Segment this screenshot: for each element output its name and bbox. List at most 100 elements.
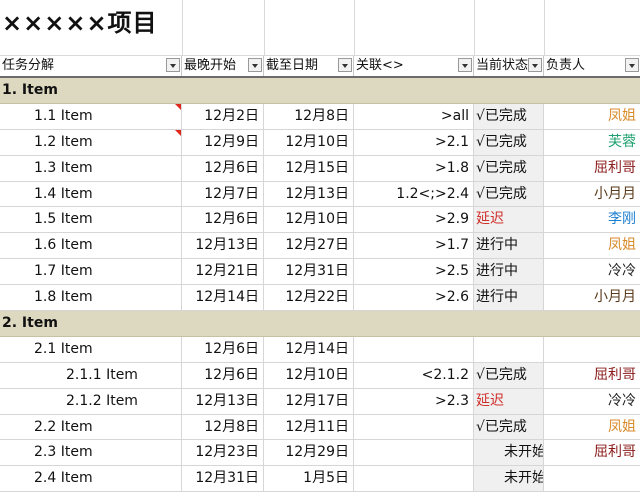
latest-start-cell[interactable]: 12月6日 <box>182 362 264 388</box>
relation-cell[interactable] <box>354 466 474 492</box>
filter-dropdown-icon[interactable] <box>528 58 542 72</box>
due-date-cell[interactable]: 12月10日 <box>264 362 354 388</box>
relation-cell[interactable] <box>354 440 474 466</box>
latest-start-cell[interactable]: 12月13日 <box>182 388 264 414</box>
status-cell[interactable]: 延迟 <box>474 388 544 414</box>
latest-start-cell[interactable]: 12月13日 <box>182 233 264 259</box>
latest-start-cell[interactable]: 12月2日 <box>182 103 264 129</box>
due-date-cell[interactable]: 12月15日 <box>264 155 354 181</box>
relation-cell[interactable]: >1.8 <box>354 155 474 181</box>
owner-cell[interactable]: 屈利哥 <box>544 156 640 181</box>
filter-dropdown-icon[interactable] <box>248 58 262 72</box>
comment-indicator-icon[interactable] <box>175 103 181 110</box>
header-task-breakdown[interactable]: 任务分解 <box>0 56 182 76</box>
owner-cell[interactable]: 小月月 <box>544 182 640 207</box>
relation-cell[interactable]: >2.9 <box>354 207 474 233</box>
latest-start-cell[interactable]: 12月21日 <box>182 259 264 285</box>
latest-start-cell[interactable]: 12月23日 <box>182 440 264 466</box>
relation-cell[interactable] <box>354 336 474 362</box>
task-name-cell[interactable]: 2.3 Item <box>0 440 182 466</box>
owner-cell[interactable]: 凤姐 <box>544 233 640 258</box>
owner-cell[interactable]: 芙蓉 <box>544 130 640 155</box>
due-date-cell[interactable]: 12月22日 <box>264 285 354 311</box>
latest-start-cell[interactable]: 12月31日 <box>182 466 264 492</box>
task-name-cell[interactable]: 1.2 Item <box>0 129 182 155</box>
status-cell[interactable]: √已完成 <box>474 362 544 388</box>
filter-dropdown-icon[interactable] <box>458 58 472 72</box>
latest-start-cell[interactable]: 12月9日 <box>182 129 264 155</box>
owner-cell[interactable]: 冷冷 <box>544 389 640 414</box>
latest-start-cell[interactable]: 12月14日 <box>182 285 264 311</box>
latest-start-cell[interactable]: 12月7日 <box>182 181 264 207</box>
filter-dropdown-icon[interactable] <box>338 58 352 72</box>
status-cell[interactable]: √已完成 <box>474 129 544 155</box>
relation-cell[interactable]: >1.7 <box>354 233 474 259</box>
task-name-cell[interactable]: 1.6 Item <box>0 233 182 259</box>
due-date-cell[interactable]: 12月8日 <box>264 103 354 129</box>
relation-cell[interactable]: >2.5 <box>354 259 474 285</box>
owner-cell[interactable]: 屈利哥 <box>544 440 640 465</box>
owner-cell[interactable]: 冷冷 <box>544 259 640 284</box>
task-name-cell[interactable]: 2.1.2 Item <box>0 388 182 414</box>
status-cell[interactable]: √已完成 <box>474 414 544 440</box>
task-name-cell[interactable]: 1.5 Item <box>0 207 182 233</box>
latest-start-cell[interactable]: 12月8日 <box>182 414 264 440</box>
status-cell[interactable]: √已完成 <box>474 103 544 129</box>
latest-start-cell[interactable]: 12月6日 <box>182 155 264 181</box>
owner-cell[interactable]: 小月月 <box>544 285 640 310</box>
task-name-cell[interactable]: 2.1 Item <box>0 336 182 362</box>
owner-cell[interactable]: 凤姐 <box>544 104 640 129</box>
section-label[interactable]: 2. Item <box>2 311 58 336</box>
owner-cell[interactable]: 李刚 <box>544 207 640 232</box>
due-date-cell[interactable]: 12月27日 <box>264 233 354 259</box>
filter-dropdown-icon[interactable] <box>625 58 639 72</box>
task-name-cell[interactable]: 1.4 Item <box>0 181 182 207</box>
header-current-status[interactable]: 当前状态 <box>474 56 544 76</box>
project-title[interactable]: ×××××项目 <box>2 3 158 38</box>
task-name-cell[interactable]: 2.4 Item <box>0 466 182 492</box>
status-cell[interactable]: √已完成 <box>474 181 544 207</box>
filter-dropdown-icon[interactable] <box>166 58 180 72</box>
comment-indicator-icon[interactable] <box>175 129 181 136</box>
latest-start-cell[interactable]: 12月6日 <box>182 336 264 362</box>
due-date-cell[interactable]: 12月11日 <box>264 414 354 440</box>
due-date-cell[interactable]: 12月10日 <box>264 207 354 233</box>
task-name-cell[interactable]: 1.1 Item <box>0 103 182 129</box>
header-owner[interactable]: 负责人 <box>544 56 640 76</box>
task-name-cell[interactable]: 1.7 Item <box>0 259 182 285</box>
status-cell[interactable]: 未开始 <box>474 440 544 466</box>
due-date-cell[interactable]: 12月13日 <box>264 181 354 207</box>
status-cell[interactable] <box>474 336 544 362</box>
task-name-cell[interactable]: 2.1.1 Item <box>0 362 182 388</box>
owner-cell[interactable] <box>544 337 640 362</box>
owner-cell[interactable]: 凤姐 <box>544 415 640 440</box>
owner-cell[interactable]: 屈利哥 <box>544 363 640 388</box>
task-name-cell[interactable]: 1.8 Item <box>0 285 182 311</box>
due-date-cell[interactable]: 12月29日 <box>264 440 354 466</box>
due-date-cell[interactable]: 12月31日 <box>264 259 354 285</box>
due-date-cell[interactable]: 1月5日 <box>264 466 354 492</box>
relation-cell[interactable]: >all <box>354 103 474 129</box>
relation-cell[interactable]: 1.2<;>2.4 <box>354 181 474 207</box>
due-date-cell[interactable]: 12月10日 <box>264 129 354 155</box>
status-cell[interactable]: 延迟 <box>474 207 544 233</box>
section-label[interactable]: 1. Item <box>2 78 58 103</box>
due-date-cell[interactable]: 12月14日 <box>264 336 354 362</box>
status-cell[interactable]: √已完成 <box>474 155 544 181</box>
relation-cell[interactable] <box>354 414 474 440</box>
header-relation[interactable]: 关联<> <box>354 56 474 76</box>
header-latest-start[interactable]: 最晚开始 <box>182 56 264 76</box>
task-name-cell[interactable]: 1.3 Item <box>0 155 182 181</box>
status-cell[interactable]: 未开始 <box>474 466 544 492</box>
status-cell[interactable]: 进行中 <box>474 285 544 311</box>
header-due-date[interactable]: 截至日期 <box>264 56 354 76</box>
status-cell[interactable]: 进行中 <box>474 259 544 285</box>
status-cell[interactable]: 进行中 <box>474 233 544 259</box>
task-name-cell[interactable]: 2.2 Item <box>0 414 182 440</box>
due-date-cell[interactable]: 12月17日 <box>264 388 354 414</box>
latest-start-cell[interactable]: 12月6日 <box>182 207 264 233</box>
relation-cell[interactable]: >2.1 <box>354 129 474 155</box>
owner-cell[interactable] <box>544 466 640 491</box>
relation-cell[interactable]: <2.1.2 <box>354 362 474 388</box>
relation-cell[interactable]: >2.6 <box>354 285 474 311</box>
